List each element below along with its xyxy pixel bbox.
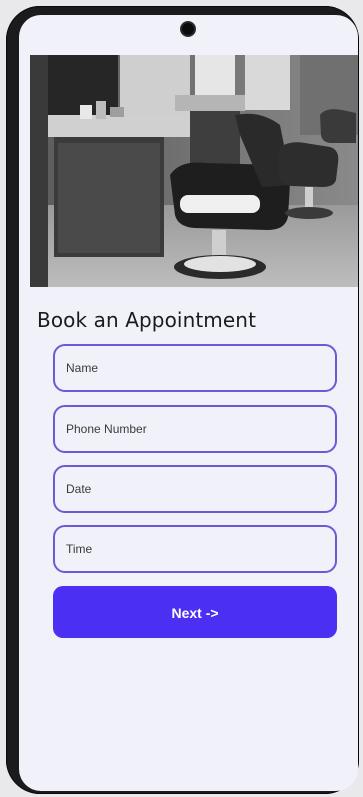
page-title: Book an Appointment: [37, 308, 257, 332]
phone-number-field[interactable]: [53, 405, 337, 453]
name-field[interactable]: [53, 344, 337, 392]
date-field[interactable]: [53, 465, 337, 513]
phone-frame: Book an Appointment Next ->: [6, 6, 359, 794]
app-screen: Book an Appointment Next ->: [19, 15, 358, 791]
next-button[interactable]: Next ->: [53, 586, 337, 638]
time-field[interactable]: [53, 525, 337, 573]
phone-number-input[interactable]: [55, 407, 335, 451]
barbershop-hero-image: [30, 55, 358, 287]
time-input[interactable]: [55, 527, 335, 571]
date-input[interactable]: [55, 467, 335, 511]
name-input[interactable]: [55, 346, 335, 390]
front-camera: [182, 23, 194, 35]
